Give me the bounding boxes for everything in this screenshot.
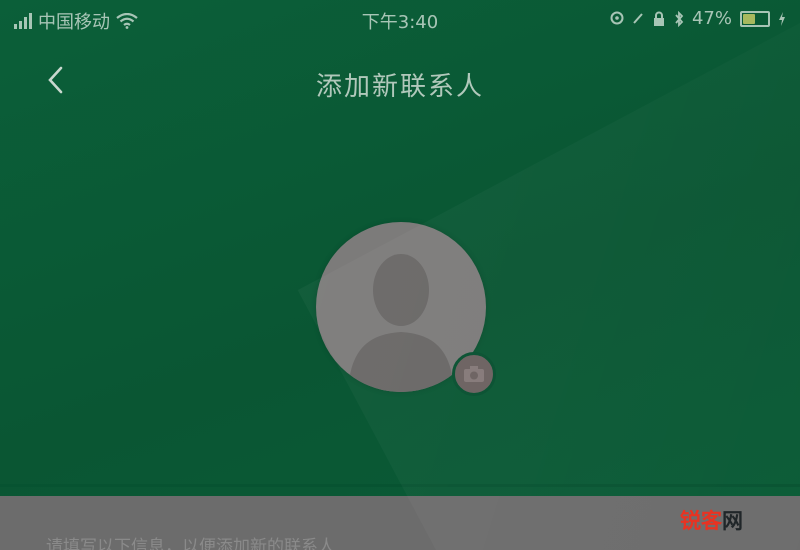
- bluetooth-icon: [675, 10, 684, 27]
- alarm-icon: [633, 12, 643, 24]
- watermark-text-red: 锐客: [680, 509, 722, 533]
- camera-button[interactable]: [452, 352, 496, 396]
- status-bar: 中国移动 下午3:40 47%: [0, 0, 800, 40]
- battery-percent: 47%: [691, 8, 732, 29]
- watermark-logo: 锐客网: [680, 505, 743, 535]
- divider: [0, 484, 800, 487]
- camera-icon: [464, 366, 484, 382]
- location-icon: [610, 11, 624, 24]
- charging-icon: [779, 11, 785, 26]
- watermark-text-dark: 网: [722, 509, 743, 533]
- app-screen: 中国移动 下午3:40 47% 添加新联系人 请填写以下信息，以便添加新的联系人…: [0, 0, 800, 550]
- lock-icon: [653, 11, 664, 26]
- battery-icon: [740, 10, 770, 27]
- hint-text: 请填写以下信息，以便添加新的联系人: [46, 537, 335, 550]
- status-right: 47%: [610, 8, 786, 29]
- nav-bar: 添加新联系人: [0, 50, 800, 110]
- page-title: 添加新联系人: [315, 72, 484, 102]
